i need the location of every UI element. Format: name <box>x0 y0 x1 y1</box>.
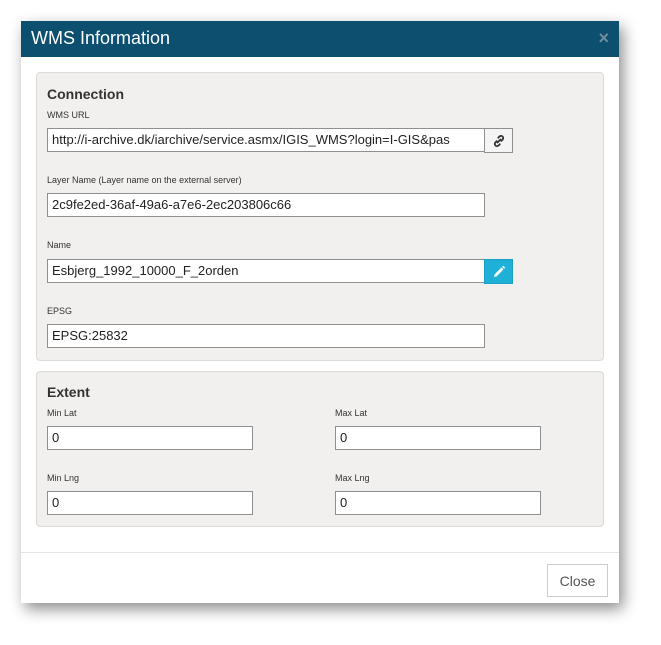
wms-information-dialog: WMS Information × Connection WMS URL htt… <box>21 21 619 603</box>
pencil-icon <box>493 265 505 277</box>
min-lat-label: Min Lat <box>47 408 77 418</box>
connection-panel: Connection WMS URL http://i-archive.dk/i… <box>36 72 604 361</box>
epsg-label: EPSG <box>47 306 73 316</box>
link-icon <box>493 134 504 147</box>
max-lng-input[interactable]: 0 <box>335 491 541 515</box>
close-button[interactable]: Close <box>547 564 608 597</box>
dialog-header: WMS Information × <box>21 21 619 57</box>
name-label: Name <box>47 240 72 250</box>
min-lng-label: Min Lng <box>47 473 80 483</box>
max-lat-label: Max Lat <box>335 408 368 418</box>
wms-url-label: WMS URL <box>47 110 90 120</box>
min-lat-input[interactable]: 0 <box>47 426 253 450</box>
edit-name-button[interactable] <box>484 259 513 284</box>
footer-divider <box>21 552 619 553</box>
layer-name-label: Layer Name (Layer name on the external s… <box>47 175 242 185</box>
layer-name-input[interactable]: 2c9fe2ed-36af-49a6-a7e6-2ec203806c66 <box>47 193 485 217</box>
wms-url-input[interactable]: http://i-archive.dk/iarchive/service.asm… <box>47 128 485 152</box>
epsg-input[interactable]: EPSG:25832 <box>47 324 485 348</box>
close-icon[interactable]: × <box>598 28 609 48</box>
max-lng-label: Max Lng <box>335 473 370 483</box>
open-link-button[interactable] <box>484 128 513 153</box>
extent-title: Extent <box>47 384 90 400</box>
connection-title: Connection <box>47 86 124 102</box>
max-lat-input[interactable]: 0 <box>335 426 541 450</box>
name-input[interactable]: Esbjerg_1992_10000_F_2orden <box>47 259 485 283</box>
extent-panel: Extent Min Lat 0 Max Lat 0 Min Lng 0 Max… <box>36 371 604 527</box>
dialog-title: WMS Information <box>31 28 171 48</box>
min-lng-input[interactable]: 0 <box>47 491 253 515</box>
